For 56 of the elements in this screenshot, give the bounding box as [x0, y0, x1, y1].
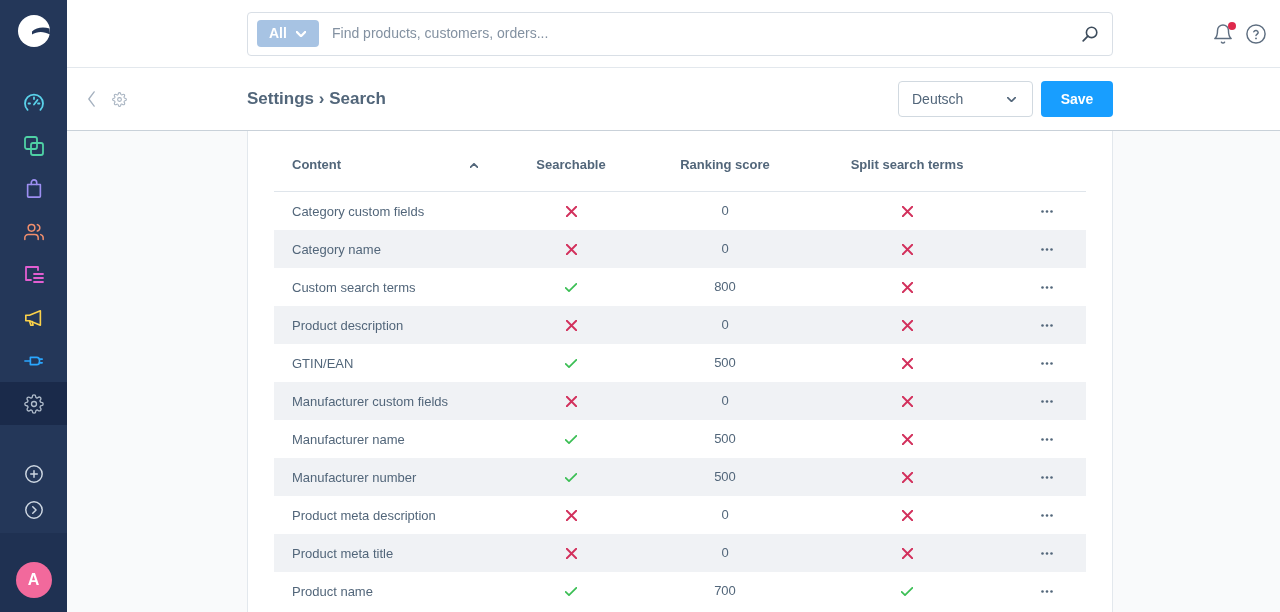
- more-icon[interactable]: [1041, 323, 1053, 327]
- content-name: Manufacturer name: [292, 432, 405, 447]
- nav-item[interactable]: [0, 382, 67, 425]
- gear-icon: [23, 393, 44, 414]
- more-icon[interactable]: [1041, 247, 1053, 251]
- gear-icon: [112, 91, 127, 107]
- list-icon: [23, 264, 44, 285]
- more-icon[interactable]: [1041, 361, 1053, 365]
- content-name: Product name: [292, 584, 373, 599]
- column-header[interactable]: Split search terms: [850, 155, 964, 175]
- column-header[interactable]: Content: [292, 155, 342, 175]
- more-icon[interactable]: [1041, 437, 1053, 441]
- page-title: Settings › Search: [247, 88, 386, 111]
- ranking-score: 700: [714, 582, 736, 601]
- ranking-score: 0: [721, 544, 729, 563]
- plus-circle-icon[interactable]: [24, 465, 43, 483]
- more-icon[interactable]: [1041, 475, 1053, 479]
- chevron-down-icon: [1007, 96, 1016, 102]
- column-header[interactable]: Ranking score: [680, 155, 770, 175]
- more-icon[interactable]: [1041, 399, 1053, 403]
- content-name: Category name: [292, 242, 381, 257]
- ranking-score: 0: [721, 392, 729, 411]
- chevron-down-icon: [295, 30, 306, 37]
- content-name: Product description: [292, 318, 404, 333]
- ranking-score: 0: [721, 506, 729, 525]
- content-name: Custom search terms: [292, 280, 416, 295]
- content-name: GTIN/EAN: [292, 356, 354, 371]
- ranking-score: 0: [721, 240, 729, 259]
- ranking-score: 0: [721, 202, 729, 221]
- search-icon[interactable]: [1082, 25, 1098, 42]
- ranking-score: 500: [714, 354, 736, 373]
- more-icon[interactable]: [1041, 209, 1053, 213]
- help-icon[interactable]: [1246, 23, 1266, 44]
- language-select[interactable]: Deutsch: [898, 81, 1033, 117]
- ranking-score: 800: [714, 278, 736, 297]
- ranking-score: 0: [721, 316, 729, 335]
- content-name: Manufacturer number: [292, 470, 417, 485]
- copy-icon: [23, 135, 44, 156]
- content-name: Product meta description: [292, 508, 436, 523]
- content-name: Manufacturer custom fields: [292, 394, 449, 409]
- ranking-score: 500: [714, 430, 736, 449]
- caret-up-icon[interactable]: [470, 162, 478, 168]
- column-header[interactable]: Searchable: [536, 155, 606, 175]
- content-name: Category custom fields: [292, 204, 425, 219]
- megaphone-icon: [23, 307, 44, 328]
- ranking-score: 500: [714, 468, 736, 487]
- bell-icon[interactable]: [1213, 23, 1233, 44]
- more-icon[interactable]: [1041, 513, 1053, 517]
- gauge-icon: [23, 92, 44, 113]
- more-icon[interactable]: [1041, 589, 1053, 593]
- logo-icon: [17, 15, 50, 47]
- more-icon[interactable]: [1041, 285, 1053, 289]
- chevron-circle-icon[interactable]: [24, 501, 43, 519]
- users-icon: [23, 221, 44, 242]
- content-name: Product meta title: [292, 546, 394, 561]
- more-icon[interactable]: [1041, 551, 1053, 555]
